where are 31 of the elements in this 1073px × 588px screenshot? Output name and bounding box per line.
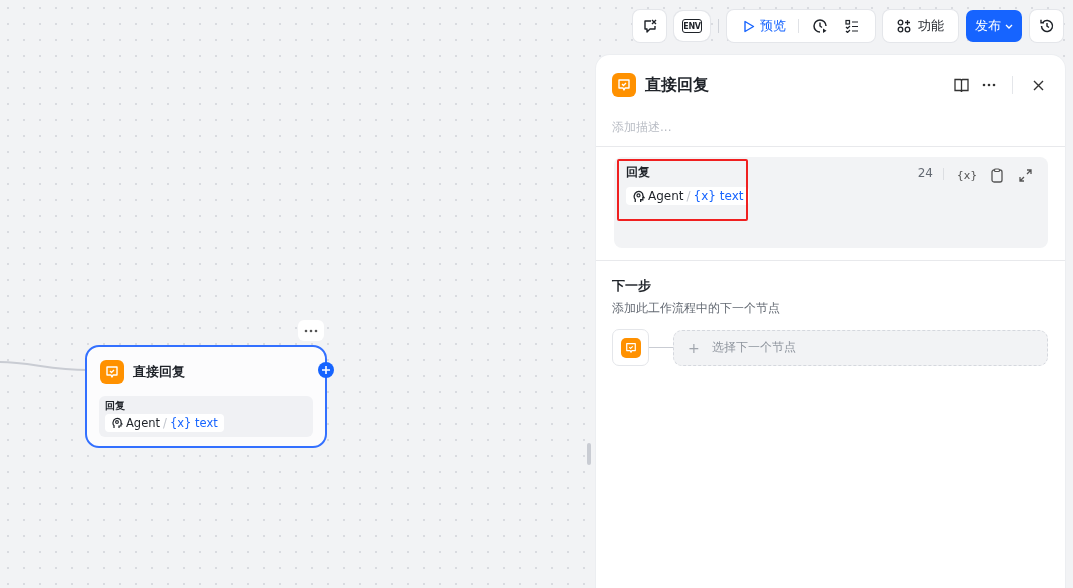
node-title: 直接回复 [133,363,185,381]
character-count: 24 [917,166,933,180]
features-button[interactable]: 功能 [883,10,958,42]
add-node-button[interactable] [318,362,334,378]
reply-node-icon [620,337,641,358]
caret-icon [1005,23,1013,29]
field-label: 回复 [105,399,125,413]
section-title: 下一步 [612,277,652,295]
panel-title: 直接回复 [645,74,709,96]
section-description: 添加此工作流程中的下一个节点 [612,300,781,317]
shapes-plus-icon [897,19,911,33]
reply-node-icon [612,73,636,97]
workflow-node[interactable]: 直接回复 回复 Agent / {x} text [85,345,327,448]
head-icon [632,189,645,203]
insert-variable-button[interactable]: {x} [954,164,980,186]
play-icon [743,19,755,33]
preview-button[interactable]: 预览 [735,10,796,42]
clear-comment-icon[interactable] [633,10,666,42]
more-icon[interactable] [298,320,324,341]
field-label: 回复 [626,164,650,181]
description-field[interactable]: 添加描述... [612,117,912,137]
history-icon[interactable] [1030,10,1063,42]
variable-tag: Agent / {x} text [105,414,224,432]
publish-button[interactable]: 发布 [966,10,1022,42]
head-icon [111,417,123,429]
plus-icon [322,366,330,374]
variable-tag: Agent / {x} text [626,187,750,205]
connector-line [649,347,673,348]
resize-handle[interactable] [587,443,591,465]
reply-node-icon [100,360,124,384]
reply-field[interactable]: 回复 Agent / {x} text 24 {x} [614,157,1048,248]
